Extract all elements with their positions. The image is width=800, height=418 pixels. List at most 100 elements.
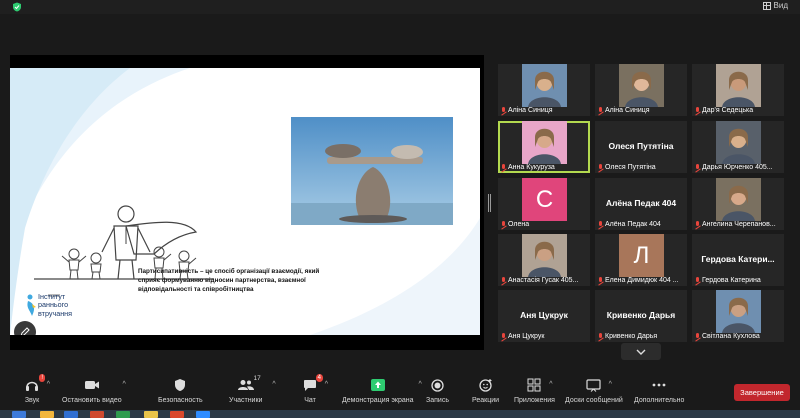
participant-video bbox=[522, 234, 567, 277]
end-meeting-button[interactable]: Завершение bbox=[734, 384, 790, 401]
record-button[interactable]: Запись bbox=[426, 378, 449, 404]
participant-name: Анастасія Гусак 405... bbox=[508, 277, 579, 284]
apps-grid-icon bbox=[527, 378, 541, 392]
presentation-slide: Партисипативність – це спосіб організаці… bbox=[10, 68, 480, 335]
participant-name-label: Дарья Юрченко 405... bbox=[695, 164, 773, 171]
share-screen-icon bbox=[370, 379, 385, 391]
audio-alert-badge: ! bbox=[39, 374, 45, 382]
audio-options-caret[interactable]: ^ bbox=[47, 381, 50, 388]
record-label: Запись bbox=[426, 397, 449, 404]
view-button[interactable]: Вид bbox=[762, 1, 788, 10]
participant-tile[interactable]: Аліна Синиця bbox=[595, 64, 687, 116]
apps-label: Приложения bbox=[514, 397, 555, 404]
explorer-icon[interactable] bbox=[40, 411, 54, 418]
share-screen-button[interactable]: ^ Демонстрация экрана bbox=[342, 378, 422, 404]
participant-tile[interactable]: Алёна Педак 404 Алёна Педак 404 bbox=[595, 178, 687, 230]
participants-label: Участники bbox=[229, 397, 263, 404]
participant-name-label: Олеся Путятіна bbox=[598, 164, 656, 171]
shield-icon bbox=[175, 379, 186, 391]
participant-name-label: Елена Димидюк 404 ... bbox=[598, 277, 679, 284]
participant-video bbox=[522, 64, 567, 107]
chat-button[interactable]: 4 ^ Чат bbox=[302, 374, 328, 404]
record-icon bbox=[431, 378, 444, 392]
participant-tile[interactable]: Л Елена Димидюк 404 ... bbox=[595, 234, 687, 286]
participant-video bbox=[716, 290, 761, 333]
participant-name: Дар'я Седецька bbox=[702, 107, 754, 114]
participants-icon bbox=[237, 380, 254, 390]
chrome-icon[interactable] bbox=[144, 411, 158, 418]
participant-name-label: Ангелина Черепанов... bbox=[695, 221, 776, 228]
participant-tile[interactable]: Гердова Катери... Гердова Катерина bbox=[692, 234, 784, 286]
participant-tile[interactable]: Аня Цукрук Аня Цукрук bbox=[498, 290, 590, 342]
security-label: Безопасность bbox=[158, 397, 203, 404]
chat-unread-badge: 4 bbox=[315, 374, 323, 382]
participant-name-label: Аня Цукрук bbox=[501, 333, 544, 340]
participants-count: 17 bbox=[253, 375, 261, 382]
yandex-icon[interactable] bbox=[170, 411, 184, 418]
participant-initial-avatar: С bbox=[522, 178, 567, 221]
whiteboards-button[interactable]: ^ Доски сообщений bbox=[565, 378, 623, 404]
participant-initial-avatar: Л bbox=[619, 234, 664, 277]
reactions-label: Реакции bbox=[472, 397, 500, 404]
whiteboards-options-caret[interactable]: ^ bbox=[609, 381, 612, 388]
participant-video bbox=[716, 64, 761, 107]
muted-mic-icon bbox=[598, 107, 603, 114]
participant-name: Гердова Катерина bbox=[702, 277, 761, 284]
participant-name: Олена bbox=[508, 221, 530, 228]
participant-tile[interactable]: Анна Кукуруза bbox=[498, 121, 590, 173]
participant-video bbox=[619, 64, 664, 107]
zoom-taskbar-icon[interactable] bbox=[196, 411, 210, 418]
participant-display-name: Олеся Путятіна bbox=[608, 141, 674, 151]
split-view-resize-handle[interactable] bbox=[488, 194, 491, 212]
participants-options-caret[interactable]: ^ bbox=[272, 381, 275, 388]
participant-name-label: Аліна Синиця bbox=[598, 107, 650, 114]
stop-video-button[interactable]: ^ Остановить видео bbox=[62, 378, 126, 404]
participant-name: Світлана Кухлова bbox=[702, 333, 760, 340]
institute-logo-text: Інститут раннього втручання bbox=[38, 292, 73, 318]
slide-definition-text: Партисипативність – це спосіб організаці… bbox=[138, 268, 320, 293]
apps-button[interactable]: ^ Приложения bbox=[514, 378, 555, 404]
participant-tile[interactable]: Дарья Юрченко 405... bbox=[692, 121, 784, 173]
word-icon[interactable] bbox=[64, 411, 78, 418]
apps-options-caret[interactable]: ^ bbox=[549, 381, 552, 388]
participant-tile[interactable]: Кривенко Дарья Кривенко Дарья bbox=[595, 290, 687, 342]
participant-tile[interactable]: Анастасія Гусак 405... bbox=[498, 234, 590, 286]
video-options-caret[interactable]: ^ bbox=[123, 381, 126, 388]
more-dots-icon bbox=[652, 383, 666, 387]
reactions-button[interactable]: Реакции bbox=[472, 378, 499, 404]
muted-mic-icon bbox=[695, 221, 700, 228]
participant-tile[interactable]: Дар'я Седецька bbox=[692, 64, 784, 116]
muted-mic-icon bbox=[695, 333, 700, 340]
windows-taskbar bbox=[0, 410, 800, 418]
chat-options-caret[interactable]: ^ bbox=[325, 381, 328, 388]
powerpoint-icon[interactable] bbox=[90, 411, 104, 418]
participant-name: Анна Кукуруза bbox=[508, 164, 555, 171]
participant-name: Ангелина Черепанов... bbox=[702, 221, 776, 228]
audio-label: Звук bbox=[24, 397, 40, 404]
participants-button[interactable]: 17 ^ Участники bbox=[229, 375, 276, 404]
security-button[interactable]: Безопасность bbox=[158, 378, 203, 404]
participant-tile[interactable]: Олеся Путятіна Олеся Путятіна bbox=[595, 121, 687, 173]
muted-mic-icon bbox=[598, 164, 603, 171]
chevron-down-icon bbox=[636, 349, 646, 355]
participant-name-label: Кривенко Дарья bbox=[598, 333, 657, 340]
muted-mic-icon bbox=[501, 164, 506, 171]
muted-mic-icon bbox=[598, 221, 603, 228]
participant-name: Олеся Путятіна bbox=[605, 164, 656, 171]
participant-name: Елена Димидюк 404 ... bbox=[605, 277, 679, 284]
muted-mic-icon bbox=[501, 333, 506, 340]
participant-tile[interactable]: Світлана Кухлова bbox=[692, 290, 784, 342]
excel-icon[interactable] bbox=[116, 411, 130, 418]
participant-name-label: Анна Кукуруза bbox=[501, 164, 555, 171]
video-label: Остановить видео bbox=[62, 397, 122, 404]
gallery-next-page-button[interactable] bbox=[621, 343, 661, 360]
security-shield-icon[interactable] bbox=[12, 2, 22, 12]
start-icon[interactable] bbox=[12, 411, 26, 418]
participant-tile[interactable]: Аліна Синиця bbox=[498, 64, 590, 116]
participant-tile[interactable]: Ангелина Черепанов... bbox=[692, 178, 784, 230]
participant-video bbox=[716, 178, 761, 221]
share-options-caret[interactable]: ^ bbox=[418, 381, 421, 388]
audio-button[interactable]: ! ^ Звук bbox=[24, 374, 50, 404]
more-button[interactable]: Дополнительно bbox=[634, 378, 684, 404]
participant-tile[interactable]: С Олена bbox=[498, 178, 590, 230]
